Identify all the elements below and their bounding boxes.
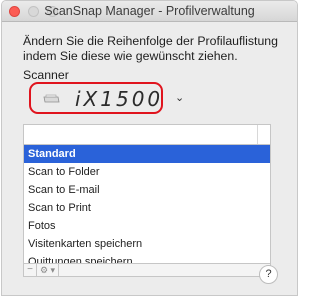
scanner-icon — [43, 94, 60, 103]
scanner-model-name: iX1500 — [75, 87, 164, 111]
profile-list-item[interactable]: Scan to E-mail — [24, 181, 270, 199]
column-divider — [257, 125, 258, 144]
scanner-label: Scanner — [23, 68, 69, 82]
profile-list-item[interactable]: Scan to Print — [24, 199, 270, 217]
profile-list-item[interactable]: Standard — [24, 145, 270, 163]
profile-list[interactable]: Standard Scan to Folder Scan to E-mail Scan… — [23, 144, 271, 263]
remove-profile-button[interactable]: − — [24, 264, 37, 276]
list-toolbar: − ⚙ ▾ — [23, 263, 271, 277]
profile-list-item[interactable]: Scan to Folder — [24, 163, 270, 181]
profile-list-item[interactable]: Visitenkarten speichern — [24, 235, 270, 253]
instructions-text: Ändern Sie die Reihenfolge der Profilauf… — [23, 34, 278, 63]
profile-list-header — [23, 124, 271, 145]
chevron-down-icon[interactable]: ⌄ — [175, 91, 184, 104]
gear-icon[interactable]: ⚙ ▾ — [37, 264, 59, 276]
profile-list-item[interactable]: Quittungen speichern — [24, 253, 270, 263]
title-bar[interactable]: ScanSnap Manager - Profilverwaltung — [2, 1, 297, 22]
profile-manager-window: ScanSnap Manager - Profilverwaltung Ände… — [1, 0, 298, 296]
help-button[interactable]: ? — [259, 265, 278, 284]
profile-list-item[interactable]: Fotos — [24, 217, 270, 235]
window-title: ScanSnap Manager - Profilverwaltung — [44, 4, 255, 18]
scanner-selector[interactable]: iX1500 — [29, 82, 163, 114]
